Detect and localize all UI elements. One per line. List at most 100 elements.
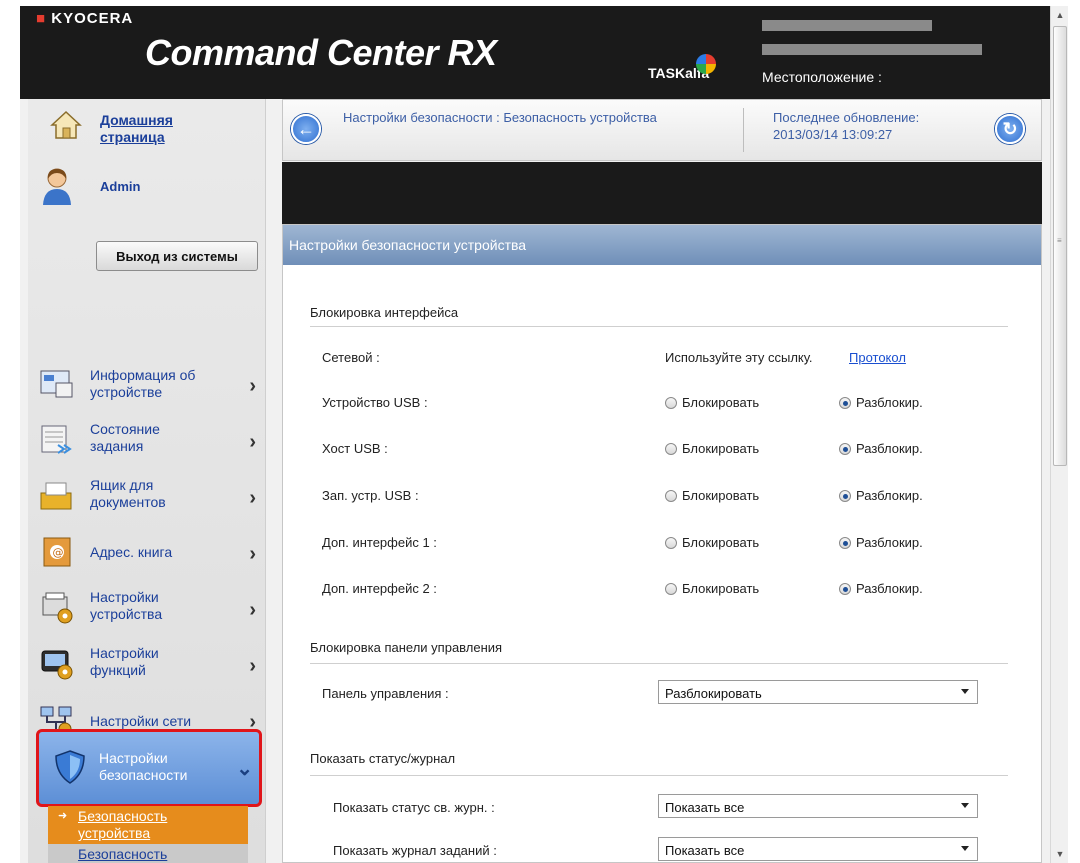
user-name: Admin	[100, 179, 141, 194]
radio-off-icon	[665, 397, 677, 409]
divider	[310, 775, 1008, 776]
page-title: Настройки безопасности устройства	[283, 225, 1041, 265]
usb-host-label: Хост USB :	[322, 441, 388, 456]
usb-host-unlock-radio[interactable]: Разблокир.	[839, 441, 923, 456]
scroll-up-arrow-icon[interactable]: ▲	[1051, 6, 1069, 24]
divider	[743, 108, 744, 152]
divider	[310, 326, 1008, 327]
breadcrumb: Настройки безопасности : Безопасность ус…	[343, 110, 657, 125]
last-update-label: Последнее обновление:	[773, 110, 920, 125]
radio-off-icon	[665, 583, 677, 595]
shield-icon	[55, 750, 85, 784]
radio-on-icon	[839, 537, 851, 549]
chevron-right-icon: ›	[249, 599, 256, 621]
protocol-link[interactable]: Протокол	[849, 350, 906, 365]
sidebar-item-function-settings[interactable]: Настройки функций ›	[28, 637, 266, 693]
network-label: Сетевой :	[322, 350, 380, 365]
sidebar-item-device-info[interactable]: Информация об устройстве ›	[28, 357, 266, 413]
section-title-interface-lock: Блокировка интерфейса	[310, 305, 459, 320]
subitem-security-next[interactable]: Безопасность	[48, 844, 248, 863]
radio-off-icon	[665, 490, 677, 502]
fax-log-status-select[interactable]: Показать все	[658, 794, 978, 818]
redacted-info	[762, 44, 982, 55]
sidebar-item-label: Настройки сети	[90, 713, 192, 729]
dropdown-arrow-icon	[961, 803, 969, 808]
back-button[interactable]: ←	[291, 114, 321, 144]
usb-storage-lock-radio[interactable]: Блокировать	[665, 488, 759, 503]
select-value: Разблокировать	[665, 686, 762, 701]
radio-label: Разблокир.	[856, 441, 923, 456]
sidebar-item-address-book[interactable]: @ Адрес. книга ›	[28, 525, 266, 581]
last-update: Последнее обновление: 2013/03/14 13:09:2…	[773, 109, 919, 143]
radio-label: Блокировать	[682, 395, 760, 410]
taskalfa-logo-icon	[696, 54, 716, 74]
operation-panel-label: Панель управления :	[322, 686, 449, 701]
grip-icon: ≡	[1057, 236, 1062, 245]
home-icon	[50, 110, 82, 139]
scrollbar-thumb[interactable]: ≡	[1053, 26, 1067, 466]
option-interface-2-unlock-radio[interactable]: Разблокир.	[839, 581, 923, 596]
radio-label: Разблокир.	[856, 535, 923, 550]
arrow-right-icon: ➜	[58, 810, 68, 822]
usb-storage-unlock-radio[interactable]: Разблокир.	[839, 488, 923, 503]
refresh-icon: ↻	[1002, 119, 1018, 139]
radio-label: Разблокир.	[856, 488, 923, 503]
subitem-label: Безопасность	[78, 846, 168, 862]
operation-panel-select[interactable]: Разблокировать	[658, 680, 978, 704]
app-header: ■ KYOCERA Command Center RX TASKalfa Мес…	[20, 6, 1050, 99]
divider	[310, 663, 1008, 664]
scroll-down-arrow-icon[interactable]: ▼	[1051, 845, 1069, 863]
radio-on-icon	[839, 490, 851, 502]
redacted-info	[762, 20, 932, 31]
radio-off-icon	[665, 537, 677, 549]
radio-label: Блокировать	[682, 441, 760, 456]
option-interface-1-unlock-radio[interactable]: Разблокир.	[839, 535, 923, 550]
sidebar-item-label: Адрес. книга	[90, 544, 173, 560]
radio-label: Разблокир.	[856, 581, 923, 596]
option-interface-1-lock-radio[interactable]: Блокировать	[665, 535, 759, 550]
home-nav-item[interactable]: Домашняя страница	[28, 99, 266, 159]
browser-viewport: ■ KYOCERA Command Center RX TASKalfa Мес…	[20, 6, 1050, 863]
svg-text:@: @	[53, 546, 64, 559]
usb-device-unlock-radio[interactable]: Разблокир.	[839, 395, 923, 410]
option-interface-2-label: Доп. интерфейс 2 :	[322, 581, 437, 596]
home-link[interactable]: Домашняя страница	[100, 112, 220, 146]
device-settings-icon	[42, 592, 73, 624]
location-label: Местоположение :	[762, 69, 882, 85]
radio-label: Блокировать	[682, 581, 760, 596]
sidebar-item-document-box[interactable]: Ящик для документов ›	[28, 469, 266, 525]
radio-on-icon	[839, 583, 851, 595]
kyocera-logo: ■ KYOCERA	[36, 10, 134, 27]
header-band	[282, 162, 1042, 224]
radio-label: Блокировать	[682, 535, 760, 550]
chevron-right-icon: ›	[249, 487, 256, 509]
sidebar-item-label: Настройки безопасности	[99, 750, 188, 783]
radio-off-icon	[665, 443, 677, 455]
refresh-button[interactable]: ↻	[995, 114, 1025, 144]
logout-button[interactable]: Выход из системы	[96, 241, 258, 271]
product-title: Command Center RX	[145, 32, 497, 73]
sidebar-item-label: Состояние задания	[90, 421, 160, 454]
usb-device-lock-radio[interactable]: Блокировать	[665, 395, 759, 410]
usb-storage-label: Зап. устр. USB :	[322, 488, 419, 503]
document-box-icon	[40, 482, 72, 510]
chevron-right-icon: ›	[249, 375, 256, 397]
sidebar-item-label: Настройки функций	[90, 645, 159, 678]
option-interface-2-lock-radio[interactable]: Блокировать	[665, 581, 759, 596]
sidebar-item-job-status[interactable]: Состояние задания ›	[28, 413, 266, 469]
device-info-icon	[40, 370, 73, 398]
vertical-scrollbar[interactable]: ▲ ≡ ▼	[1050, 6, 1068, 863]
sidebar-item-device-settings[interactable]: Настройки устройства ›	[28, 581, 266, 637]
fax-log-status-label: Показать статус св. журн. :	[333, 800, 495, 815]
job-log-label: Показать журнал заданий :	[333, 843, 497, 858]
chevron-right-icon: ›	[249, 431, 256, 453]
section-title-panel-lock: Блокировка панели управления	[310, 640, 503, 655]
job-log-select[interactable]: Показать все	[658, 837, 978, 861]
sidebar-item-security[interactable]: Настройки безопасности ⌄	[36, 729, 262, 807]
settings-panel: Настройки безопасности устройства Блокир…	[282, 224, 1042, 863]
breadcrumb-bar: ← Настройки безопасности : Безопасность …	[282, 99, 1042, 161]
subitem-device-security[interactable]: ➜ Безопасность устройства	[48, 806, 248, 844]
usb-host-lock-radio[interactable]: Блокировать	[665, 441, 759, 456]
dropdown-arrow-icon	[961, 689, 969, 694]
radio-label: Разблокир.	[856, 395, 923, 410]
